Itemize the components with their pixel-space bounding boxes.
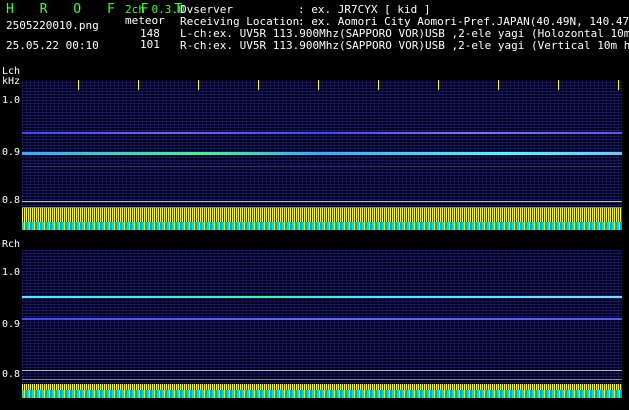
rch-meteor-bars: [22, 384, 622, 398]
lch-info: L-ch:ex. UV5R 113.900Mhz(SAPPORO VOR)USB…: [180, 27, 629, 40]
location-key: Receiving Location: [180, 15, 300, 28]
location-line: Receiving Location: ex. Aomori City Aomo…: [180, 16, 629, 27]
rch-label: Rch: [2, 239, 21, 250]
observer-line: Ovserver: ex. JR7CYX [ kid ]: [180, 4, 430, 15]
y-tick: 1.0: [2, 267, 21, 278]
rch-meteor-count: 101: [140, 38, 160, 51]
filename: 2505220010.png: [6, 19, 99, 32]
carrier-line-main: [22, 152, 622, 155]
y-tick: 0.8: [2, 369, 21, 380]
observer-key: Ovserver: [180, 3, 233, 16]
rch-info: R-ch:ex. UV5R 113.900Mhz(SAPPORO VOR)USB…: [180, 39, 629, 52]
khz-label: kHz: [2, 76, 21, 87]
y-tick: 0.9: [2, 147, 21, 158]
datetime: 25.05.22 00:10: [6, 39, 99, 52]
rch-spectrogram: [22, 250, 622, 398]
y-tick: 0.8: [2, 195, 21, 206]
lch-spectrogram: [22, 80, 622, 230]
carrier-line-upper: [22, 132, 622, 134]
meteor-label: meteor: [125, 14, 165, 27]
y-tick: 1.0: [2, 95, 21, 106]
carrier-line-upper: [22, 296, 622, 298]
lch-meteor-bars: [22, 208, 622, 230]
y-tick: 0.9: [2, 319, 21, 330]
hroft-window: H R O F F T 2ch 0.3.0 meteor 2505220010.…: [0, 0, 629, 410]
carrier-line-main: [22, 318, 622, 320]
